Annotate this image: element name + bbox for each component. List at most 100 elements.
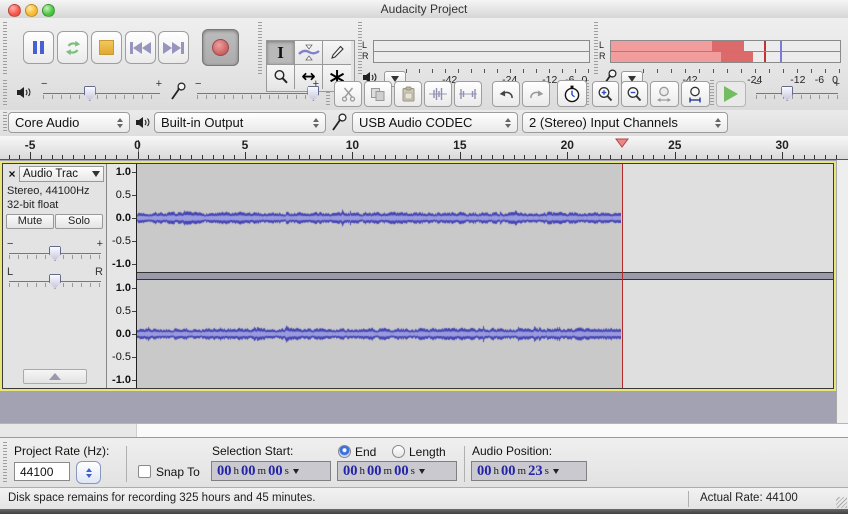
cut-icon: [341, 87, 356, 102]
solo-button[interactable]: Solo: [55, 214, 103, 229]
cut-button[interactable]: [334, 81, 362, 107]
time-format-arrow-icon[interactable]: [293, 469, 299, 474]
ruler-tick: [30, 152, 31, 159]
ruler-tick: [180, 155, 181, 159]
ruler-tick: [761, 155, 762, 159]
track-control-panel[interactable]: × Audio Trac Stereo, 44100Hz 32-bit floa…: [3, 164, 107, 388]
ruler-tick: [62, 155, 63, 159]
zoom-tool-icon: [273, 69, 289, 85]
input-volume-slider[interactable]: − +: [197, 84, 317, 104]
title-bar[interactable]: Audacity Project: [0, 0, 848, 19]
ruler-tick: [557, 155, 558, 159]
zoom-in-button[interactable]: [592, 81, 619, 107]
ruler-tick: [471, 155, 472, 159]
horizontal-scrollbar[interactable]: [0, 423, 848, 437]
envelope-tool-button[interactable]: [295, 41, 323, 65]
left-channel-waveform[interactable]: [137, 164, 833, 272]
selection-tool-icon: I: [277, 44, 284, 61]
timer-button[interactable]: [557, 80, 587, 107]
redo-button[interactable]: [522, 81, 550, 107]
pan-slider[interactable]: L R: [9, 272, 101, 292]
gain-slider[interactable]: − +: [9, 244, 101, 264]
skip-to-end-button[interactable]: [158, 31, 189, 64]
waveform-area[interactable]: [137, 164, 833, 388]
vertical-scale-label: 1.0: [116, 166, 131, 178]
time-format-arrow-icon[interactable]: [553, 469, 559, 474]
minus-label: −: [754, 78, 760, 90]
ruler-tick: [771, 155, 772, 159]
vertical-scale-label: -0.5: [112, 351, 131, 363]
snap-to-checkbox[interactable]: [138, 465, 151, 478]
track-collapse-button[interactable]: [23, 369, 87, 384]
track-close-button[interactable]: ×: [6, 167, 18, 181]
recording-device-select[interactable]: USB Audio CODEC: [352, 112, 518, 133]
copy-button[interactable]: [364, 81, 392, 107]
play-at-speed-button[interactable]: [716, 81, 746, 107]
skip-to-start-button[interactable]: [125, 31, 156, 64]
loop-play-icon: [64, 40, 82, 56]
vertical-scrollbar[interactable]: [836, 160, 848, 423]
selection-start-label: Selection Start:: [212, 444, 293, 458]
audio-host-select[interactable]: Core Audio: [8, 112, 130, 133]
ruler-tick: [653, 155, 654, 159]
vertical-scale-ruler[interactable]: 1.00.50.0-0.5-1.01.00.50.0-0.5-1.0: [107, 164, 137, 388]
selection-toolbar-grip[interactable]: [3, 442, 7, 484]
transport-toolbar-grip[interactable]: [3, 22, 7, 76]
device-toolbar-grip[interactable]: [3, 112, 7, 133]
paste-button[interactable]: [394, 81, 422, 107]
selection-end-field[interactable]: 00h00m00s: [337, 461, 457, 481]
time-format-arrow-icon[interactable]: [419, 469, 425, 474]
vertical-scale-label: 0.5: [116, 305, 131, 317]
trim-audio-button[interactable]: [424, 81, 452, 107]
ruler-tick: [610, 155, 611, 159]
timeline-ruler[interactable]: -5051015202530: [0, 136, 848, 160]
ruler-tick: [696, 155, 697, 159]
ruler-tick: [814, 155, 815, 159]
output-volume-slider[interactable]: − +: [43, 84, 160, 104]
record-button[interactable]: [202, 29, 239, 66]
project-rate-input[interactable]: 44100: [14, 462, 70, 481]
end-radio[interactable]: [338, 445, 351, 458]
ruler-tick: [256, 155, 257, 159]
selection-toolbar: Project Rate (Hz): 44100 Snap To Selecti…: [0, 437, 848, 487]
ruler-tick: [170, 155, 171, 159]
mixer-toolbar-grip[interactable]: [3, 80, 7, 106]
fit-project-button[interactable]: [681, 81, 710, 107]
length-radio[interactable]: [392, 445, 405, 458]
track-menu-arrow-icon: [92, 171, 100, 177]
selection-tool-button[interactable]: I: [267, 41, 295, 65]
ruler-tick: [320, 155, 321, 159]
ruler-tick: [632, 155, 633, 159]
ruler-tick: [793, 155, 794, 159]
silence-audio-button[interactable]: [454, 81, 482, 107]
playback-device-value: Built-in Output: [161, 115, 307, 130]
ruler-tick: [41, 155, 42, 159]
meter-recent-peak-tick: [764, 52, 766, 62]
recording-channels-select[interactable]: 2 (Stereo) Input Channels: [522, 112, 728, 133]
ruler-tick: [600, 155, 601, 159]
loop-play-button[interactable]: [57, 31, 88, 64]
fit-selection-button[interactable]: [650, 81, 679, 107]
playback-device-select[interactable]: Built-in Output: [154, 112, 326, 133]
recording-meter-r-label: R: [599, 51, 606, 61]
selection-start-field[interactable]: 00h00m00s: [211, 461, 331, 481]
zoom-out-button[interactable]: [621, 81, 648, 107]
tools-toolbar-grip[interactable]: [258, 22, 262, 76]
track-name-dropdown[interactable]: Audio Trac: [19, 166, 104, 182]
draw-tool-button[interactable]: [323, 41, 351, 65]
undo-button[interactable]: [492, 81, 520, 107]
ruler-tick: [621, 155, 622, 159]
ruler-tick: [685, 155, 686, 159]
status-bar: Disk space remains for recording 325 hou…: [0, 487, 848, 509]
pause-button[interactable]: [23, 31, 54, 64]
audio-position-field[interactable]: 00h00m23s: [471, 461, 587, 481]
window-resize-grip[interactable]: [836, 497, 847, 508]
project-rate-stepper[interactable]: [76, 461, 101, 484]
playback-speed-slider[interactable]: − +: [756, 84, 838, 104]
ruler-tick: [342, 155, 343, 159]
ruler-tick: [449, 155, 450, 159]
right-channel-waveform[interactable]: [137, 280, 833, 388]
stop-button[interactable]: [91, 31, 122, 64]
mute-button[interactable]: Mute: [6, 214, 54, 229]
actual-rate-status: Actual Rate: 44100: [700, 492, 798, 504]
